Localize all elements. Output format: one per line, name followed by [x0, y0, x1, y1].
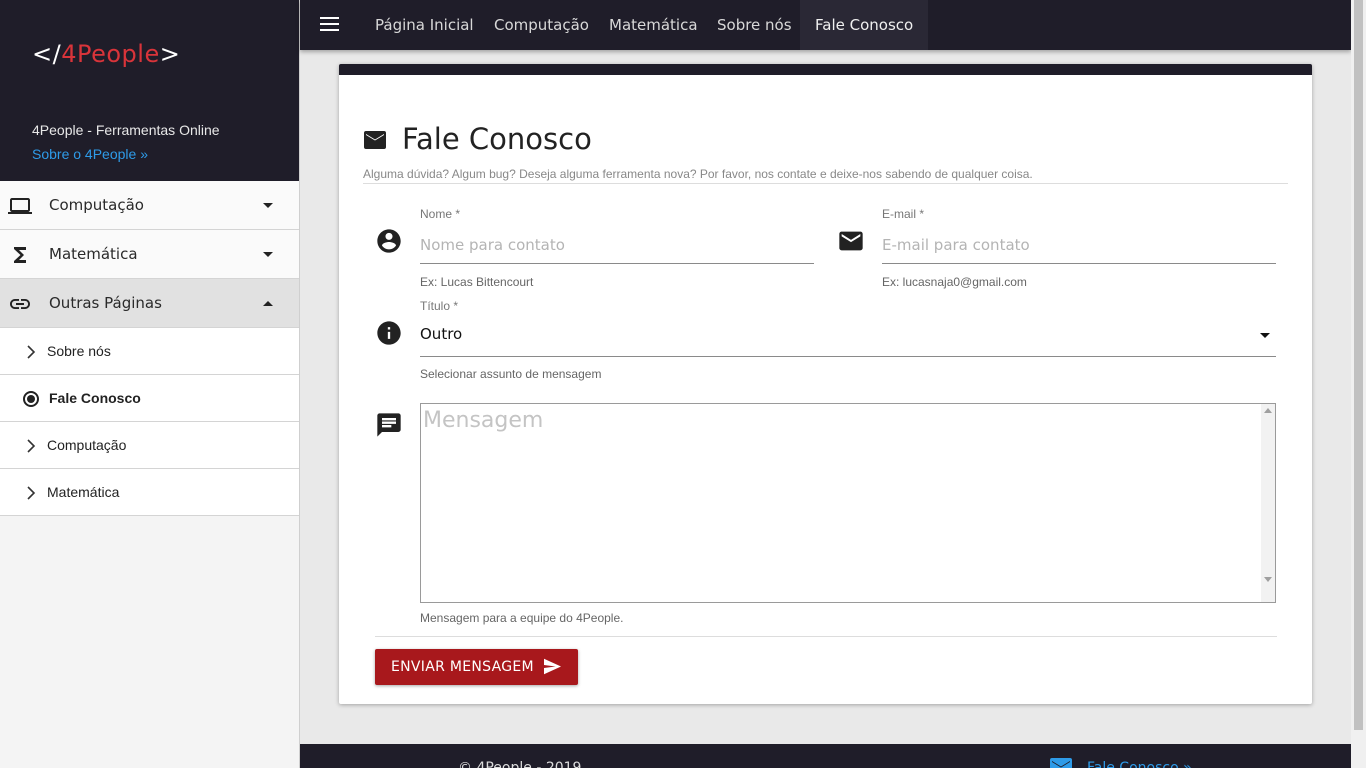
textarea-scrollbar[interactable]: [1261, 404, 1275, 602]
name-label: Nome *: [420, 207, 461, 221]
send-message-button[interactable]: ENVIAR MENSAGEM: [375, 649, 578, 685]
logo[interactable]: </4People>: [32, 40, 180, 68]
hamburger-menu-icon[interactable]: [320, 17, 339, 33]
chevron-right-icon: [27, 439, 36, 453]
copyright-text: © 4People - 2019: [458, 760, 582, 768]
info-icon: [377, 321, 401, 345]
sidebar-item-label: Matemática: [47, 484, 120, 500]
nav-fale-conosco[interactable]: Fale Conosco: [800, 0, 929, 50]
nav-computacao[interactable]: Computação: [479, 0, 604, 50]
sidebar-item-matematica[interactable]: Matemática: [0, 469, 299, 516]
subject-hint: Selecionar assunto de mensagem: [420, 367, 602, 381]
caret-down-icon: [263, 203, 273, 208]
page-title: Fale Conosco: [402, 122, 592, 156]
sidebar-category-label: Outras Páginas: [49, 294, 162, 312]
sidebar-item-label: Computação: [47, 437, 127, 453]
page-scrollbar[interactable]: [1351, 0, 1366, 768]
message-textarea[interactable]: [420, 403, 1276, 603]
chevron-right-icon: [27, 486, 36, 500]
message-hint: Mensagem para a equipe do 4People.: [420, 611, 624, 625]
sidebar: </4People> 4People - Ferramentas Online …: [0, 0, 300, 768]
nav-matematica[interactable]: Matemática: [594, 0, 713, 50]
sidebar-item-label: Sobre nós: [47, 343, 111, 359]
subject-selected-value: Outro: [420, 325, 463, 343]
subject-label: Título *: [420, 299, 459, 313]
top-navbar: Página Inicial Computação Matemática Sob…: [300, 0, 1351, 50]
scrollbar-thumb[interactable]: [1354, 0, 1363, 730]
logo-suffix: >: [159, 40, 181, 68]
sidebar-header: </4People> 4People - Ferramentas Online …: [0, 0, 299, 181]
radio-selected-icon: [23, 391, 39, 407]
dropdown-arrow-icon: [1260, 333, 1270, 338]
email-label: E-mail *: [882, 207, 925, 221]
logo-brand: 4People: [61, 40, 160, 68]
sidebar-item-sobre-nos[interactable]: Sobre nós: [0, 328, 299, 375]
sidebar-category-matematica[interactable]: Matemática: [0, 230, 299, 279]
nav-sobre-nos[interactable]: Sobre nós: [702, 0, 807, 50]
laptop-icon: [8, 198, 32, 214]
caret-up-icon: [263, 301, 273, 306]
footer-contact-link[interactable]: Fale Conosco »: [1087, 760, 1192, 768]
link-icon: [10, 299, 30, 309]
mail-icon: [364, 131, 386, 149]
send-button-label: ENVIAR MENSAGEM: [391, 659, 534, 675]
email-icon: [839, 231, 863, 251]
sidebar-item-fale-conosco[interactable]: Fale Conosco: [0, 375, 299, 422]
email-hint: Ex: lucasnaja0@gmail.com: [882, 275, 1027, 289]
sidebar-item-computacao[interactable]: Computação: [0, 422, 299, 469]
divider: [363, 183, 1288, 184]
chevron-right-icon: [27, 345, 36, 359]
sidebar-category-outras-paginas[interactable]: Outras Páginas: [0, 279, 299, 328]
page-subtitle: Alguma dúvida? Algum bug? Deseja alguma …: [363, 167, 1033, 181]
site-tagline: 4People - Ferramentas Online: [32, 122, 220, 138]
email-input[interactable]: [882, 227, 1276, 264]
subject-select[interactable]: Outro: [420, 320, 1276, 357]
account-circle-icon: [377, 229, 401, 253]
nav-pagina-inicial[interactable]: Página Inicial: [360, 0, 489, 50]
name-input[interactable]: [420, 227, 814, 264]
sidebar-category-label: Matemática: [49, 245, 138, 263]
sidebar-category-computacao[interactable]: Computação: [0, 181, 299, 230]
name-hint: Ex: Lucas Bittencourt: [420, 275, 534, 289]
footer: © 4People - 2019 Fale Conosco »: [300, 744, 1351, 768]
sigma-icon: [14, 247, 26, 263]
divider: [375, 636, 1277, 637]
message-icon: [377, 413, 401, 437]
contact-card: Fale Conosco Alguma dúvida? Algum bug? D…: [339, 64, 1312, 704]
mail-icon: [1050, 758, 1072, 768]
logo-prefix: </: [32, 40, 62, 68]
caret-down-icon: [263, 252, 273, 257]
sidebar-category-label: Computação: [49, 196, 144, 214]
about-link[interactable]: Sobre o 4People »: [32, 146, 148, 162]
sidebar-item-label: Fale Conosco: [49, 390, 141, 406]
send-icon: [544, 658, 561, 675]
